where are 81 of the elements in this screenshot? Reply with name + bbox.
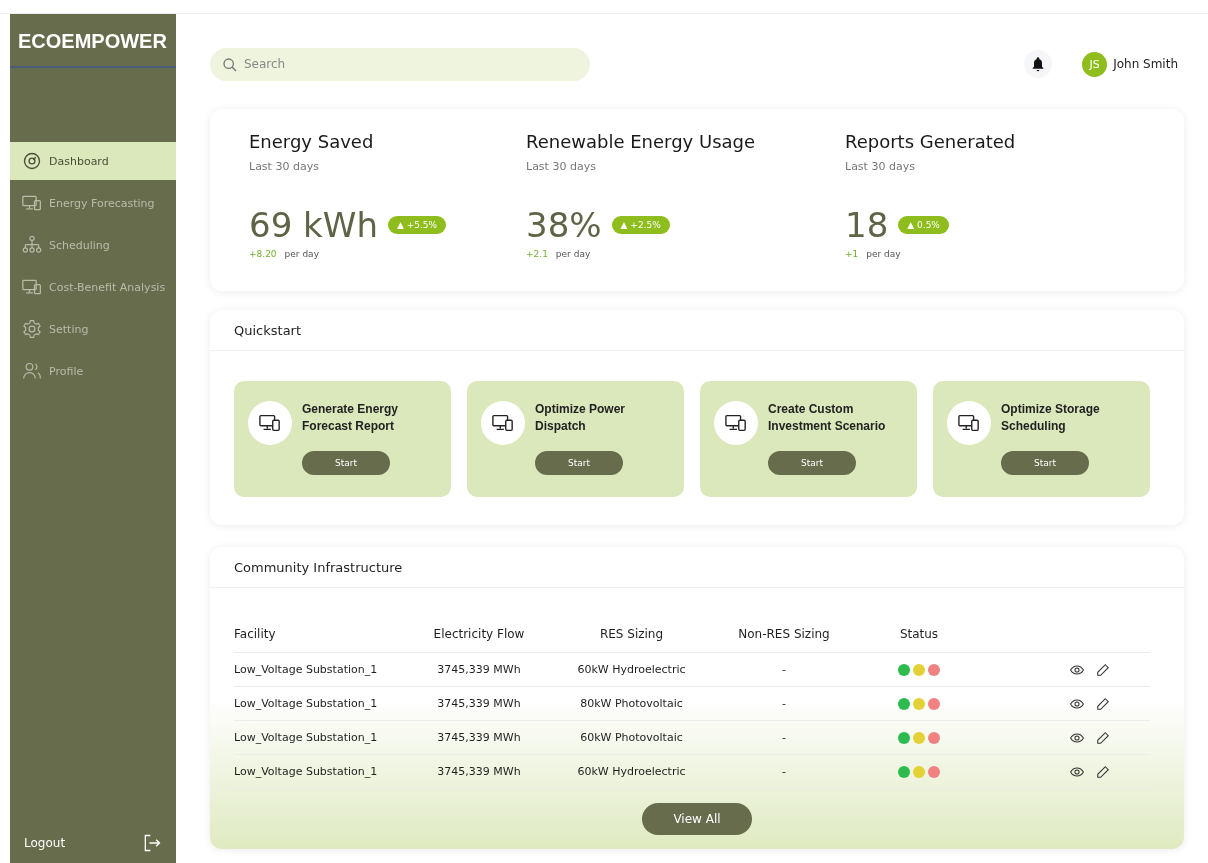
action-title: Generate Energy Forecast Report <box>302 401 400 435</box>
table-cell-text: Low_Voltage Substation_1 <box>234 663 379 676</box>
stat-unit: per day <box>555 249 591 259</box>
logo: ECOEMPOWER <box>10 14 176 68</box>
user-name: John Smith <box>1113 57 1178 71</box>
table-cell: 60kW Photovoltaic <box>580 731 683 744</box>
stat-delta: +8.20 <box>249 249 277 259</box>
nav-item[interactable]: Setting <box>10 310 176 348</box>
table-cell: 60kW Hydroelectric <box>577 765 686 778</box>
stat-delta: +1 <box>845 249 859 259</box>
stat-period: Last 30 days <box>526 160 597 173</box>
notification-button[interactable] <box>1024 50 1053 78</box>
devices-icon <box>958 413 980 433</box>
table-cell: 3745,339 MWh <box>437 731 521 744</box>
table-cell: - <box>782 697 786 710</box>
devices-icon <box>259 413 281 433</box>
nav-item[interactable]: Dashboard <box>10 142 176 180</box>
start-button[interactable]: Start <box>535 451 623 475</box>
hierarchy-icon <box>22 235 42 255</box>
stat-period: Last 30 days <box>249 160 320 173</box>
edit-icon[interactable] <box>1096 764 1110 779</box>
devices-icon <box>22 277 42 297</box>
change-badge: ▲ 0.5% <box>898 216 949 234</box>
view-icon[interactable] <box>1070 662 1084 677</box>
devices-icon <box>492 413 514 433</box>
logout-icon <box>142 833 162 853</box>
column-header: Facility <box>234 627 277 641</box>
settings-icon <box>22 319 42 339</box>
nav-item[interactable]: Energy Forecasting <box>10 184 176 222</box>
devices-icon <box>725 413 747 433</box>
nav-item[interactable]: Profile <box>10 352 176 390</box>
stat-delta: +2.1 <box>526 249 548 259</box>
table-cell: 3745,339 MWh <box>437 663 521 676</box>
change-badge: ▲ +2.5% <box>611 216 670 234</box>
search-field[interactable]: Search <box>210 47 590 81</box>
table-cell: 60kW Hydroelectric <box>577 663 686 676</box>
edit-icon[interactable] <box>1096 730 1110 745</box>
edit-icon[interactable] <box>1096 662 1110 677</box>
view-icon[interactable] <box>1070 696 1084 711</box>
action-title: Optimize Power Dispatch <box>535 401 627 435</box>
change-badge: ▲ +5.5% <box>387 216 447 234</box>
devices-icon <box>22 193 42 213</box>
stat-value: 69 kWh <box>249 205 378 245</box>
section-title: Community Infrastructure <box>210 547 1184 588</box>
table-cell: - <box>782 663 786 676</box>
table-cell: 3745,339 MWh <box>437 697 521 710</box>
edit-icon[interactable] <box>1096 696 1110 711</box>
table-cell: 3745,339 MWh <box>437 765 521 778</box>
start-button[interactable]: Start <box>768 451 856 475</box>
table-cell-text: Low_Voltage Substation_1 <box>234 731 379 744</box>
start-button[interactable]: Start <box>302 451 390 475</box>
stat-value: 38% <box>526 205 602 245</box>
column-header: Electricity Flow <box>433 627 525 641</box>
users-icon <box>22 361 42 381</box>
view-icon[interactable] <box>1070 730 1084 745</box>
stat-unit: per day <box>284 249 319 259</box>
logout-button[interactable]: Logout <box>10 828 176 863</box>
section-title: Quickstart <box>210 310 1184 351</box>
table-cell: - <box>782 765 786 778</box>
view-all-button[interactable]: View All <box>642 803 752 835</box>
column-header: Non-RES Sizing <box>738 627 830 641</box>
start-button[interactable]: Start <box>1001 451 1089 475</box>
view-icon[interactable] <box>1070 764 1084 779</box>
action-title: Create Custom Investment Scenario <box>768 401 887 435</box>
table-cell: 80kW Photovoltaic <box>580 697 683 710</box>
table-cell-text: Low_Voltage Substation_1 <box>234 765 379 778</box>
stat-period: Last 30 days <box>845 160 916 173</box>
stat-title: Reports Generated <box>845 131 1017 152</box>
stat-unit: per day <box>866 249 901 259</box>
nav-item[interactable]: Scheduling <box>10 226 176 264</box>
action-title: Optimize Storage Scheduling <box>1001 401 1101 435</box>
stat-title: Energy Saved <box>249 131 375 152</box>
search-icon <box>222 56 238 73</box>
column-header: RES Sizing <box>599 627 664 641</box>
table-cell: - <box>782 731 786 744</box>
gauge-icon <box>22 151 42 171</box>
column-header: Status <box>899 627 939 641</box>
stat-title: Renewable Energy Usage <box>526 131 757 152</box>
table-cell-text: Low_Voltage Substation_1 <box>234 697 379 710</box>
nav-item[interactable]: Cost-Benefit Analysis <box>10 268 176 306</box>
stat-value: 18 <box>845 205 889 245</box>
